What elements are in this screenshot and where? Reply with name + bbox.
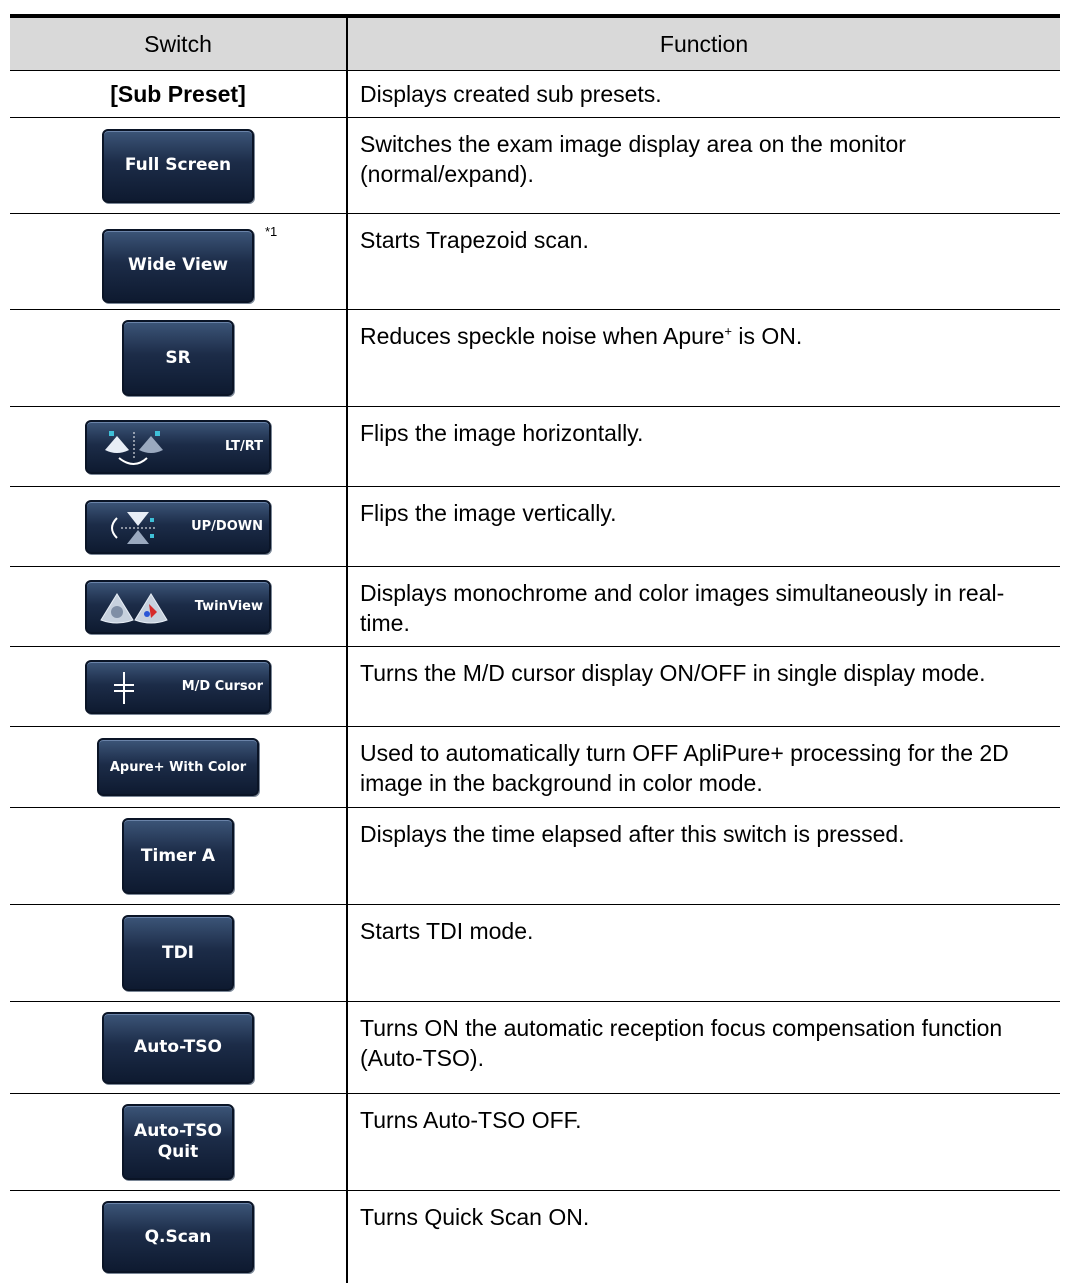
table-row: SR Reduces speckle noise when Apure+ is … [10, 310, 1060, 407]
function-text: Turns the M/D cursor display ON/OFF in s… [360, 660, 986, 686]
function-text-part: Reduces speckle noise when Apure [360, 323, 725, 349]
switch-cell: Full Screen [10, 118, 348, 213]
auto-tso-quit-line2: Quit [157, 1142, 199, 1162]
switch-cell: TwinView [10, 567, 348, 646]
twinview-label: TwinView [194, 599, 263, 614]
sr-button[interactable]: SR [122, 320, 234, 396]
function-text: Flips the image vertically. [360, 500, 617, 526]
auto-tso-quit-button[interactable]: Auto-TSO Quit [122, 1104, 234, 1180]
up-down-button[interactable]: UP/DOWN [85, 499, 271, 554]
function-text: Flips the image horizontally. [360, 420, 644, 446]
up-down-label: UP/DOWN [191, 519, 263, 534]
timer-a-button[interactable]: Timer A [122, 818, 234, 894]
function-text: Reduces speckle noise when Apure+ is ON. [348, 310, 1060, 406]
function-text: Displays monochrome and color images sim… [360, 580, 1005, 636]
header-switch: Switch [10, 18, 348, 70]
table-row: Apure+ With Color Used to automatically … [10, 727, 1060, 808]
switch-cell: SR [10, 310, 348, 406]
table-row: M/D Cursor Turns the M/D cursor display … [10, 647, 1060, 727]
table-row: Auto-TSO Quit Turns Auto-TSO OFF. [10, 1094, 1060, 1191]
table-header: Switch Function [10, 18, 1060, 71]
md-cursor-icon [109, 670, 139, 706]
function-text: Turns Quick Scan ON. [360, 1204, 590, 1230]
function-text: Switches the exam image display area on … [360, 131, 906, 187]
twinview-button[interactable]: TwinView [85, 579, 271, 634]
flip-vertical-icon [103, 508, 163, 548]
switch-function-table: Switch Function [Sub Preset] Displays cr… [10, 14, 1060, 1283]
table-row: UP/DOWN Flips the image vertically. [10, 487, 1060, 567]
switch-cell: Q.Scan [10, 1191, 348, 1283]
switch-cell: Wide View *1 [10, 214, 348, 309]
footnote-marker: *1 [265, 224, 278, 239]
function-text: Used to automatically turn OFF ApliPure+… [360, 740, 1009, 796]
switch-cell: Auto-TSO [10, 1002, 348, 1093]
table-row: LT/RT Flips the image horizontally. [10, 407, 1060, 487]
switch-cell: UP/DOWN [10, 487, 348, 566]
switch-cell: LT/RT [10, 407, 348, 486]
superscript-plus: + [724, 323, 732, 339]
auto-tso-quit-line1: Auto-TSO [134, 1121, 222, 1141]
md-cursor-button[interactable]: M/D Cursor [85, 659, 271, 714]
table-row: Timer A Displays the time elapsed after … [10, 808, 1060, 905]
function-text: Starts Trapezoid scan. [360, 227, 589, 253]
function-text-part: is ON. [732, 323, 803, 349]
function-text: Turns ON the automatic reception focus c… [360, 1015, 1003, 1071]
table-row: [Sub Preset] Displays created sub preset… [10, 71, 1060, 118]
switch-cell: Auto-TSO Quit [10, 1094, 348, 1190]
full-screen-button[interactable]: Full Screen [102, 128, 254, 203]
lt-rt-button[interactable]: LT/RT [85, 419, 271, 474]
table-row: TDI Starts TDI mode. [10, 905, 1060, 1002]
md-cursor-label: M/D Cursor [181, 679, 263, 694]
switch-cell: Timer A [10, 808, 348, 904]
sub-preset-label: [Sub Preset] [10, 71, 348, 117]
q-scan-button[interactable]: Q.Scan [102, 1201, 254, 1273]
twin-view-icon [99, 590, 171, 626]
function-text: Turns Auto-TSO OFF. [360, 1107, 582, 1133]
auto-tso-button[interactable]: Auto-TSO [102, 1011, 254, 1084]
function-text: Starts TDI mode. [360, 918, 534, 944]
table-row: Wide View *1 Starts Trapezoid scan. [10, 214, 1060, 310]
switch-cell: M/D Cursor [10, 647, 348, 726]
header-function: Function [659, 30, 749, 57]
wide-view-button[interactable]: Wide View [102, 228, 254, 303]
table-row: Auto-TSO Turns ON the automatic receptio… [10, 1002, 1060, 1094]
function-text: Displays created sub presets. [360, 81, 662, 107]
lt-rt-label: LT/RT [224, 439, 263, 454]
function-text: Displays the time elapsed after this swi… [360, 821, 905, 847]
tdi-button[interactable]: TDI [122, 915, 234, 991]
table-row: Q.Scan Turns Quick Scan ON. [10, 1191, 1060, 1283]
switch-cell: Apure+ With Color [10, 727, 348, 807]
flip-horizontal-icon [99, 428, 169, 468]
table-row: TwinView Displays monochrome and color i… [10, 567, 1060, 647]
table-row: Full Screen Switches the exam image disp… [10, 118, 1060, 214]
switch-cell: TDI [10, 905, 348, 1001]
apure-with-color-button[interactable]: Apure+ With Color [97, 738, 259, 796]
